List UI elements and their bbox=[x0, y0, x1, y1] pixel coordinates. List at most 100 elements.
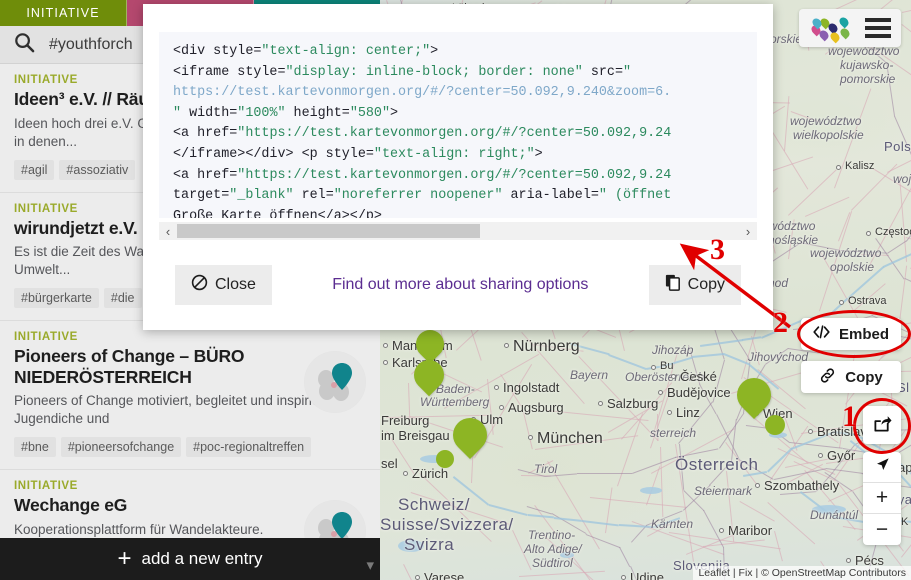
map-city-dot bbox=[383, 343, 388, 348]
map-place-label: Baden- bbox=[436, 382, 475, 396]
map-marker-pin[interactable] bbox=[765, 415, 785, 435]
sidebar-tab-1[interactable]: INITIATIVE bbox=[0, 0, 127, 26]
result-tag[interactable]: #die bbox=[103, 288, 142, 309]
result-tag[interactable]: #poc-regionaltreffen bbox=[186, 437, 312, 458]
map-city-dot bbox=[866, 231, 871, 236]
map-city-dot bbox=[528, 435, 533, 440]
map-border bbox=[585, 533, 621, 548]
result-card[interactable]: INITIATIVE Wechange eG Kooperationsplattfo… bbox=[0, 470, 380, 538]
result-tag[interactable]: #assoziativ bbox=[59, 159, 136, 180]
map-place-label: Bayern bbox=[570, 368, 609, 382]
map-city-dot bbox=[415, 575, 420, 580]
map-attribution[interactable]: Leaflet | Fix | © OpenStreetMap Contribu… bbox=[693, 566, 911, 580]
map-zoom-controls[interactable]: + − bbox=[863, 452, 901, 545]
no-entry-icon bbox=[191, 274, 208, 296]
result-kind-label: INITIATIVE bbox=[14, 480, 78, 493]
map-road bbox=[902, 0, 911, 13]
result-tag[interactable]: #bürgerkarte bbox=[14, 288, 99, 309]
map-place-label: woje bbox=[893, 172, 911, 186]
map-lake bbox=[640, 487, 662, 494]
code-line: <a href="https://test.kartevonmorgen.org… bbox=[173, 126, 672, 142]
map-river bbox=[527, 514, 554, 519]
map-city-dot bbox=[403, 471, 408, 476]
scrollbar-thumb[interactable] bbox=[177, 224, 481, 238]
map-place-label: Augsburg bbox=[508, 400, 564, 415]
map-place-label: Schweiz/ bbox=[398, 495, 471, 514]
copy-icon bbox=[665, 274, 681, 296]
map-place-label: pomorskie bbox=[840, 72, 896, 86]
map-place-label: sterreich bbox=[650, 426, 697, 440]
chevron-down-icon[interactable]: ▾ bbox=[366, 556, 374, 574]
result-tag[interactable]: #bne bbox=[14, 437, 56, 458]
map-place-label: Bu bbox=[660, 360, 674, 372]
map-place-label: Alto Adige/ bbox=[524, 542, 582, 556]
map-river bbox=[581, 519, 619, 526]
map-road bbox=[901, 24, 911, 62]
close-button-label: Close bbox=[215, 276, 256, 293]
map-city-dot bbox=[667, 410, 672, 415]
locate-button[interactable] bbox=[863, 452, 901, 483]
map-river bbox=[766, 447, 793, 473]
map-place-label: kujawsko- bbox=[840, 58, 894, 72]
annotation-number-2: 2 bbox=[773, 306, 788, 339]
add-new-entry-button[interactable]: + add a new entry bbox=[0, 538, 380, 580]
embed-code-dialog: <div style="text-align: center;"> <iframe… bbox=[143, 4, 773, 330]
annotation-ellipse-embed bbox=[797, 310, 911, 358]
chevron-left-icon[interactable]: ‹ bbox=[159, 222, 177, 240]
plus-icon: + bbox=[117, 545, 132, 572]
result-card[interactable]: INITIATIVE Pioneers of Change – BÜRO NIED… bbox=[0, 321, 380, 471]
copy-button-in-dialog[interactable]: Copy bbox=[648, 265, 741, 305]
annotation-number-3: 3 bbox=[710, 233, 725, 266]
map-place-label: wielkopolskie bbox=[793, 128, 864, 142]
zoom-out-button[interactable]: − bbox=[863, 514, 901, 545]
map-place-label: Linz bbox=[676, 405, 700, 420]
map-place-label: Częstoc bbox=[875, 226, 911, 238]
map-border bbox=[618, 546, 631, 568]
dialog-footer: Close Find out more about sharing option… bbox=[143, 240, 773, 330]
sharing-options-link[interactable]: Find out more about sharing options bbox=[272, 276, 649, 294]
app-root: LübeckVorpommernwojewództwokujawsko-pomo… bbox=[0, 0, 911, 580]
code-line: target="_blank" rel="noreferrer noopener… bbox=[173, 188, 672, 204]
brand-bar bbox=[799, 9, 901, 47]
map-road bbox=[804, 196, 849, 217]
close-button[interactable]: Close bbox=[175, 265, 272, 305]
map-place-label: Steiermark bbox=[694, 484, 753, 498]
map-road bbox=[519, 570, 606, 577]
code-line: <a href="https://test.kartevonmorgen.org… bbox=[173, 167, 672, 183]
map-place-label: Suisse/Svizzera/ bbox=[380, 515, 514, 534]
chevron-right-icon[interactable]: › bbox=[739, 222, 757, 240]
kartevonmorgen-pins-logo[interactable] bbox=[809, 15, 853, 44]
map-road bbox=[589, 497, 687, 509]
map-place-label: nośląskie bbox=[768, 233, 819, 247]
map-place-label: Ingolstadt bbox=[503, 380, 560, 395]
map-city-dot bbox=[671, 374, 676, 379]
map-marker-pin[interactable] bbox=[436, 450, 454, 468]
map-city-dot bbox=[719, 528, 724, 533]
embed-code-textarea[interactable]: <div style="text-align: center;"> <iframe… bbox=[159, 32, 757, 218]
result-thumbnail bbox=[304, 351, 366, 414]
map-copy-button[interactable]: Copy bbox=[801, 361, 901, 393]
hamburger-menu-icon[interactable] bbox=[865, 18, 891, 38]
annotation-number-1: 1 bbox=[842, 400, 857, 433]
map-border bbox=[576, 472, 632, 475]
copy-button-label: Copy bbox=[687, 276, 725, 293]
code-horizontal-scrollbar[interactable]: ‹ › bbox=[159, 222, 757, 240]
map-river bbox=[608, 353, 646, 370]
map-road bbox=[522, 412, 533, 450]
map-place-label: České bbox=[680, 369, 717, 384]
result-kind-label: INITIATIVE bbox=[14, 331, 78, 344]
map-place-label: Budějovice bbox=[667, 385, 731, 400]
result-tag-list: #bne #pioneersofchange #poc-regionaltreffe… bbox=[14, 437, 366, 458]
map-place-label: im Breisgau bbox=[381, 428, 450, 443]
map-road bbox=[774, 530, 784, 562]
add-new-entry-label: add a new entry bbox=[141, 549, 263, 568]
search-icon bbox=[14, 32, 35, 58]
map-place-label: Szombathely bbox=[764, 478, 840, 493]
result-tag[interactable]: #pioneersofchange bbox=[60, 437, 182, 458]
map-river bbox=[553, 516, 582, 522]
result-tag[interactable]: #agil bbox=[14, 159, 55, 180]
code-line: </iframe></div> <p style="text-align: ri… bbox=[173, 146, 543, 162]
zoom-in-button[interactable]: + bbox=[863, 483, 901, 514]
scrollbar-track[interactable] bbox=[177, 222, 739, 240]
map-place-label: Trentino- bbox=[528, 528, 576, 542]
